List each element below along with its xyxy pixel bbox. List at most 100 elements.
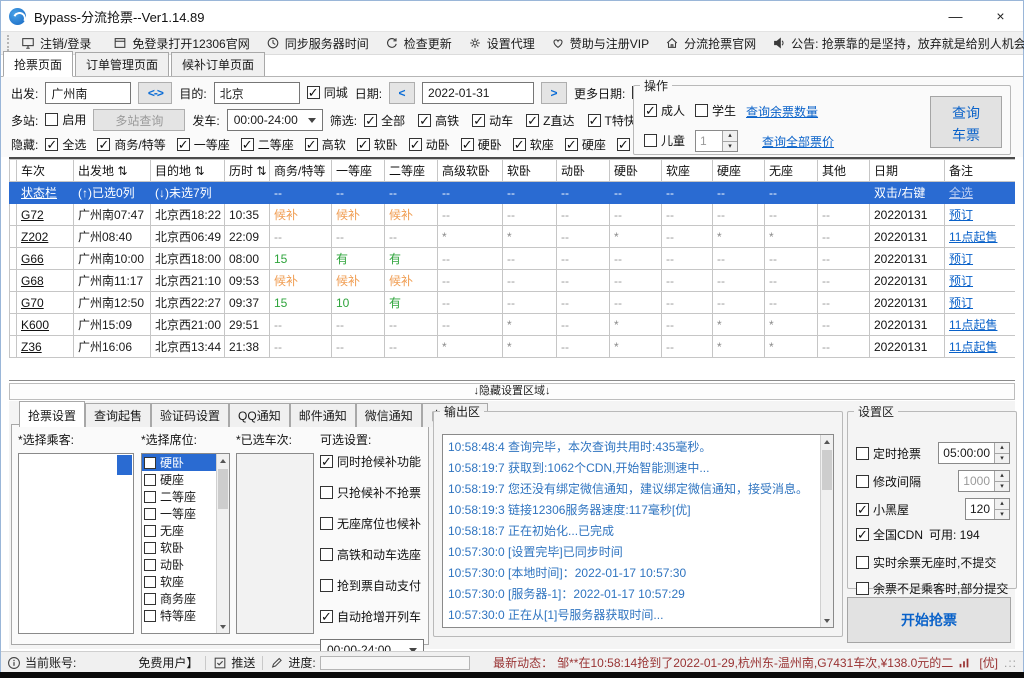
next-date-button[interactable]: > [541,82,567,104]
hide-checkbox-商务/特等[interactable]: 商务/特等 [97,136,165,153]
column-header-硬座[interactable]: 硬座 [713,160,765,182]
toolbar-item-heart[interactable]: 赞助与注册VIP [543,32,657,54]
depart-input[interactable]: 广州南 [45,82,131,104]
column-header-二等座[interactable]: 二等座 [385,160,438,182]
row-selector-cell[interactable] [10,270,17,292]
seat-list-item-商务座[interactable]: 商务座 [142,590,216,607]
adult-checkbox[interactable]: 成人 [644,102,685,119]
seat-list-item-二等座[interactable]: 二等座 [142,488,216,505]
prev-date-button[interactable]: < [389,82,415,104]
toolbar-item-window[interactable]: 免登录打开12306官网 [105,32,257,54]
row-selector-cell[interactable] [10,226,17,248]
train-link[interactable]: 状态栏 [21,186,57,200]
resize-grip[interactable]: .:: [1004,656,1017,670]
column-header-目的地 ⇅[interactable]: 目的地 ⇅ [151,160,225,182]
settings-checkbox-余票不足乘客时,部分提交[interactable]: 余票不足乘客时,部分提交 [856,580,1008,597]
swap-stations-button[interactable]: <-> [138,82,172,104]
passenger-list[interactable] [18,453,134,634]
main-tab-候补订单页面[interactable]: 候补订单页面 [171,52,265,76]
query-remaining-link[interactable]: 查询余票数量 [746,103,818,120]
train-link[interactable]: Z202 [21,230,48,244]
column-header-硬卧[interactable]: 硬卧 [610,160,662,182]
bottom-tab-查询起售[interactable]: 查询起售 [85,403,151,427]
start-grab-button[interactable]: 开始抢票 [847,597,1011,643]
row-selector-cell[interactable] [10,336,17,358]
option-checkbox-高铁和动车选座[interactable]: 高铁和动车选座 [320,546,421,563]
selected-trains-list[interactable] [236,453,314,634]
train-link[interactable]: Z36 [21,340,42,354]
column-header-车次[interactable]: 车次 [17,160,74,182]
column-header-高级软卧[interactable]: 高级软卧 [438,160,503,182]
remark-link[interactable]: 11点起售 [949,230,997,244]
column-header-软座[interactable]: 软座 [662,160,713,182]
hide-checkbox-硬卧[interactable]: 硬卧 [461,136,502,153]
column-header-备注[interactable]: 备注 [945,160,1016,182]
row-selector-cell[interactable] [10,204,17,226]
hide-checkbox-高软[interactable]: 高软 [305,136,346,153]
depart-time-select[interactable]: 00:00-24:00 [227,109,323,131]
column-header-历时 ⇅[interactable]: 历时 ⇅ [225,160,270,182]
seat-list-item-无座[interactable]: 无座 [142,522,216,539]
close-button[interactable]: × [978,1,1023,31]
log-box[interactable]: 10:58:48:4 查询完毕，本次查询共用时:435毫秒。10:58:19:7… [442,434,834,628]
remark-link[interactable]: 11点起售 [949,340,997,354]
bottom-tab-邮件通知[interactable]: 邮件通知 [290,403,356,427]
hide-checkbox-软座[interactable]: 软座 [513,136,554,153]
train-link[interactable]: G66 [21,252,44,266]
toolbar-item-clock[interactable]: 同步服务器时间 [258,32,377,54]
hide-checkbox-硬座[interactable]: 硬座 [565,136,606,153]
hide-checkbox-全选[interactable]: 全选 [45,136,86,153]
option-checkbox-无座席位也候补[interactable]: 无座席位也候补 [320,515,421,532]
seat-list-item-动卧[interactable]: 动卧 [142,556,216,573]
column-header-出发地 ⇅[interactable]: 出发地 ⇅ [74,160,151,182]
row-selector-cell[interactable] [10,314,17,336]
same-city-checkbox[interactable]: 同城 [307,84,348,101]
row-selector-cell[interactable] [10,248,17,270]
main-tab-抢票页面[interactable]: 抢票页面 [3,51,73,77]
option-checkbox-自动抢增开列车[interactable]: 自动抢增开列车 [320,608,421,625]
seat-list-item-一等座[interactable]: 一等座 [142,505,216,522]
seat-list-item-硬座[interactable]: 硬座 [142,471,216,488]
settings-checkbox-小黑屋[interactable]: 小黑屋 [856,501,909,518]
option-checkbox-抢到票自动支付[interactable]: 抢到票自动支付 [320,577,421,594]
remark-link[interactable]: 预订 [949,252,973,266]
seat-list-item-特等座[interactable]: 特等座 [142,607,216,624]
date-input[interactable]: 2022-01-31 [422,82,534,104]
filter-checkbox-高铁[interactable]: 高铁 [418,112,459,129]
dest-input[interactable]: 北京 [214,82,300,104]
hide-settings-divider[interactable]: ↓隐藏设置区域↓ [9,383,1015,400]
seat-list-scrollbar[interactable] [216,454,229,633]
remark-link[interactable]: 预订 [949,208,973,222]
toolbar-grip[interactable] [7,35,9,51]
settings-stepper-定时抢票[interactable]: 05:00:00▴▾ [938,442,1010,464]
bottom-tab-微信通知[interactable]: 微信通知 [356,403,422,427]
seat-list-item-软卧[interactable]: 软卧 [142,539,216,556]
child-count-stepper[interactable]: 1 ▴▾ [695,130,738,152]
query-all-prices-link[interactable]: 查询全部票价 [762,133,834,150]
scroll-up-icon[interactable] [821,435,833,448]
seat-list-item-软座[interactable]: 软座 [142,573,216,590]
column-header-其他[interactable]: 其他 [818,160,870,182]
push-label[interactable]: 推送 [231,654,255,671]
spinner-arrows-icon[interactable]: ▴▾ [994,499,1009,519]
column-header-无座[interactable]: 无座 [765,160,818,182]
column-header-日期[interactable]: 日期 [870,160,945,182]
settings-checkbox-定时抢票[interactable]: 定时抢票 [856,445,921,462]
hide-checkbox-一等座[interactable]: 一等座 [177,136,230,153]
option-checkbox-只抢候补不抢票[interactable]: 只抢候补不抢票 [320,484,421,501]
multi-station-enable-checkbox[interactable]: 启用 [45,111,86,128]
seat-list[interactable]: 硬卧硬座二等座一等座无座软卧动卧软座商务座特等座 [141,453,230,634]
row-selector-cell[interactable] [10,182,17,204]
bottom-tab-抢票设置[interactable]: 抢票设置 [19,401,85,427]
filter-checkbox-Z直达[interactable]: Z直达 [526,112,574,129]
query-tickets-button[interactable]: 查询 车票 [930,96,1002,148]
scrollbar-thumb[interactable] [822,450,832,490]
settings-stepper-小黑屋[interactable]: 120▴▾ [965,498,1010,520]
student-checkbox[interactable]: 学生 [695,102,736,119]
remark-link[interactable]: 11点起售 [949,318,997,332]
row-selector-cell[interactable] [10,292,17,314]
settings-checkbox-修改间隔[interactable]: 修改间隔 [856,473,921,490]
train-link[interactable]: G68 [21,274,44,288]
remark-link[interactable]: 预订 [949,296,973,310]
column-header-商务/特等[interactable]: 商务/特等 [270,160,332,182]
